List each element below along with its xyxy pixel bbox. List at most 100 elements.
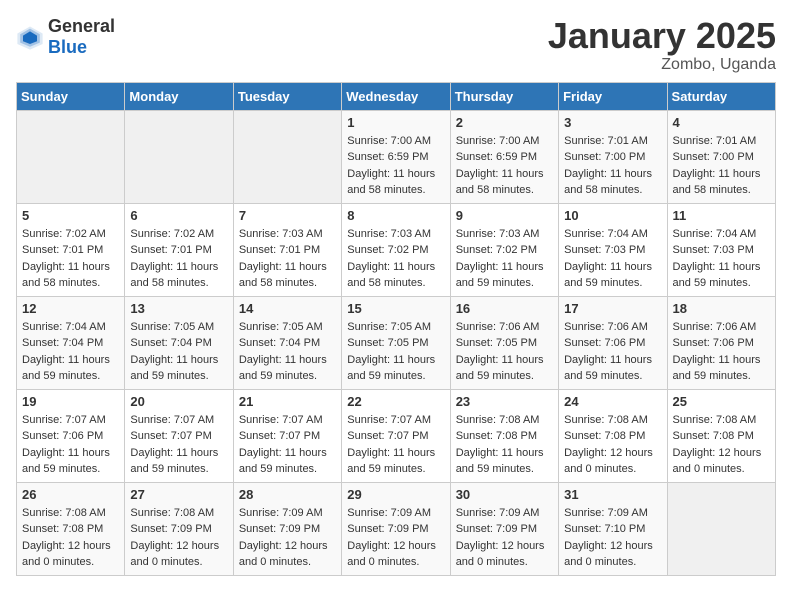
day-info: Sunrise: 7:01 AMSunset: 7:00 PMDaylight:… <box>564 133 661 199</box>
header-saturday: Saturday <box>667 82 775 110</box>
calendar-cell: 24 Sunrise: 7:08 AMSunset: 7:08 PMDayligh… <box>559 389 667 482</box>
calendar-week-row: 19Sunrise: 7:07 AMSunset: 7:06 PMDayligh… <box>17 389 776 482</box>
calendar-cell: 18Sunrise: 7:06 AMSunset: 7:06 PMDayligh… <box>667 296 775 389</box>
calendar-cell: 22 Sunrise: 7:07 AMSunset: 7:07 PMDayligh… <box>342 389 450 482</box>
day-number: 17 <box>564 301 661 316</box>
calendar-cell: 6 Sunrise: 7:02 AMSunset: 7:01 PMDaylight… <box>125 203 233 296</box>
day-number: 26 <box>22 487 119 502</box>
calendar-week-row: 1Sunrise: 7:00 AMSunset: 6:59 PMDaylight… <box>17 110 776 203</box>
day-info: Sunrise: 7:07 AMSunset: 7:06 PMDaylight:… <box>22 412 119 478</box>
calendar-cell: 8 Sunrise: 7:03 AMSunset: 7:02 PMDaylight… <box>342 203 450 296</box>
day-info: Sunrise: 7:05 AMSunset: 7:04 PMDaylight:… <box>239 319 336 385</box>
day-info: Sunrise: 7:02 AMSunset: 7:01 PMDaylight:… <box>22 226 119 292</box>
day-number: 16 <box>456 301 553 316</box>
calendar-cell: 15 Sunrise: 7:05 AMSunset: 7:05 PMDayligh… <box>342 296 450 389</box>
day-number: 10 <box>564 208 661 223</box>
calendar-cell: 21 Sunrise: 7:07 AMSunset: 7:07 PMDayligh… <box>233 389 341 482</box>
calendar-cell: 4Sunrise: 7:01 AMSunset: 7:00 PMDaylight… <box>667 110 775 203</box>
calendar-cell: 1Sunrise: 7:00 AMSunset: 6:59 PMDaylight… <box>342 110 450 203</box>
calendar-cell: 10 Sunrise: 7:04 AMSunset: 7:03 PMDayligh… <box>559 203 667 296</box>
day-info: Sunrise: 7:08 AMSunset: 7:08 PMDaylight:… <box>456 412 553 478</box>
day-number: 3 <box>564 115 661 130</box>
day-info: Sunrise: 7:08 AMSunset: 7:09 PMDaylight:… <box>130 505 227 571</box>
day-info: Sunrise: 7:03 AMSunset: 7:02 PMDaylight:… <box>456 226 553 292</box>
logo-icon <box>16 23 44 51</box>
calendar-cell: 30Sunrise: 7:09 AMSunset: 7:09 PMDayligh… <box>450 482 558 575</box>
logo: General Blue <box>16 16 115 58</box>
day-number: 6 <box>130 208 227 223</box>
calendar-cell <box>125 110 233 203</box>
calendar-week-row: 26 Sunrise: 7:08 AMSunset: 7:08 PMDayligh… <box>17 482 776 575</box>
day-number: 31 <box>564 487 661 502</box>
day-number: 14 <box>239 301 336 316</box>
calendar-cell: 19Sunrise: 7:07 AMSunset: 7:06 PMDayligh… <box>17 389 125 482</box>
day-number: 30 <box>456 487 553 502</box>
day-info: Sunrise: 7:07 AMSunset: 7:07 PMDaylight:… <box>239 412 336 478</box>
day-info: Sunrise: 7:03 AMSunset: 7:02 PMDaylight:… <box>347 226 444 292</box>
day-info: Sunrise: 7:04 AMSunset: 7:03 PMDaylight:… <box>564 226 661 292</box>
calendar-week-row: 12 Sunrise: 7:04 AMSunset: 7:04 PMDayligh… <box>17 296 776 389</box>
day-number: 7 <box>239 208 336 223</box>
day-info: Sunrise: 7:03 AMSunset: 7:01 PMDaylight:… <box>239 226 336 292</box>
day-number: 4 <box>673 115 770 130</box>
page-header: General Blue January 2025 Zombo, Uganda <box>16 16 776 74</box>
calendar-cell: 2Sunrise: 7:00 AMSunset: 6:59 PMDaylight… <box>450 110 558 203</box>
header-thursday: Thursday <box>450 82 558 110</box>
day-info: Sunrise: 7:09 AMSunset: 7:09 PMDaylight:… <box>239 505 336 571</box>
day-number: 25 <box>673 394 770 409</box>
header-wednesday: Wednesday <box>342 82 450 110</box>
day-number: 21 <box>239 394 336 409</box>
logo-text-general: General <box>48 16 115 36</box>
calendar-cell: 25 Sunrise: 7:08 AMSunset: 7:08 PMDayligh… <box>667 389 775 482</box>
calendar-header-row: SundayMondayTuesdayWednesdayThursdayFrid… <box>17 82 776 110</box>
title-block: January 2025 Zombo, Uganda <box>548 16 776 74</box>
calendar-cell: 3 Sunrise: 7:01 AMSunset: 7:00 PMDaylight… <box>559 110 667 203</box>
calendar-week-row: 5Sunrise: 7:02 AMSunset: 7:01 PMDaylight… <box>17 203 776 296</box>
calendar-cell <box>233 110 341 203</box>
header-monday: Monday <box>125 82 233 110</box>
day-info: Sunrise: 7:02 AMSunset: 7:01 PMDaylight:… <box>130 226 227 292</box>
calendar-cell: 31Sunrise: 7:09 AMSunset: 7:10 PMDayligh… <box>559 482 667 575</box>
day-number: 1 <box>347 115 444 130</box>
calendar-cell: 28 Sunrise: 7:09 AMSunset: 7:09 PMDayligh… <box>233 482 341 575</box>
header-sunday: Sunday <box>17 82 125 110</box>
logo-text-blue: Blue <box>48 37 87 57</box>
calendar-cell: 29 Sunrise: 7:09 AMSunset: 7:09 PMDayligh… <box>342 482 450 575</box>
day-number: 12 <box>22 301 119 316</box>
calendar-cell: 7 Sunrise: 7:03 AMSunset: 7:01 PMDaylight… <box>233 203 341 296</box>
calendar-cell: 5Sunrise: 7:02 AMSunset: 7:01 PMDaylight… <box>17 203 125 296</box>
day-number: 24 <box>564 394 661 409</box>
month-title: January 2025 <box>548 16 776 56</box>
day-info: Sunrise: 7:06 AMSunset: 7:05 PMDaylight:… <box>456 319 553 385</box>
day-info: Sunrise: 7:06 AMSunset: 7:06 PMDaylight:… <box>564 319 661 385</box>
day-number: 15 <box>347 301 444 316</box>
day-info: Sunrise: 7:07 AMSunset: 7:07 PMDaylight:… <box>347 412 444 478</box>
header-friday: Friday <box>559 82 667 110</box>
day-number: 18 <box>673 301 770 316</box>
day-number: 9 <box>456 208 553 223</box>
calendar-cell: 9 Sunrise: 7:03 AMSunset: 7:02 PMDaylight… <box>450 203 558 296</box>
calendar-cell: 17 Sunrise: 7:06 AMSunset: 7:06 PMDayligh… <box>559 296 667 389</box>
day-info: Sunrise: 7:09 AMSunset: 7:09 PMDaylight:… <box>347 505 444 571</box>
day-info: Sunrise: 7:05 AMSunset: 7:05 PMDaylight:… <box>347 319 444 385</box>
day-number: 11 <box>673 208 770 223</box>
day-number: 23 <box>456 394 553 409</box>
calendar-cell: 14 Sunrise: 7:05 AMSunset: 7:04 PMDayligh… <box>233 296 341 389</box>
day-number: 22 <box>347 394 444 409</box>
day-number: 28 <box>239 487 336 502</box>
calendar-cell <box>17 110 125 203</box>
day-info: Sunrise: 7:08 AMSunset: 7:08 PMDaylight:… <box>564 412 661 478</box>
day-info: Sunrise: 7:07 AMSunset: 7:07 PMDaylight:… <box>130 412 227 478</box>
calendar-cell <box>667 482 775 575</box>
calendar-cell: 23 Sunrise: 7:08 AMSunset: 7:08 PMDayligh… <box>450 389 558 482</box>
calendar-cell: 11Sunrise: 7:04 AMSunset: 7:03 PMDayligh… <box>667 203 775 296</box>
day-info: Sunrise: 7:04 AMSunset: 7:04 PMDaylight:… <box>22 319 119 385</box>
header-tuesday: Tuesday <box>233 82 341 110</box>
calendar-cell: 20 Sunrise: 7:07 AMSunset: 7:07 PMDayligh… <box>125 389 233 482</box>
day-info: Sunrise: 7:08 AMSunset: 7:08 PMDaylight:… <box>673 412 770 478</box>
day-number: 29 <box>347 487 444 502</box>
day-number: 20 <box>130 394 227 409</box>
day-number: 8 <box>347 208 444 223</box>
day-info: Sunrise: 7:08 AMSunset: 7:08 PMDaylight:… <box>22 505 119 571</box>
day-info: Sunrise: 7:05 AMSunset: 7:04 PMDaylight:… <box>130 319 227 385</box>
